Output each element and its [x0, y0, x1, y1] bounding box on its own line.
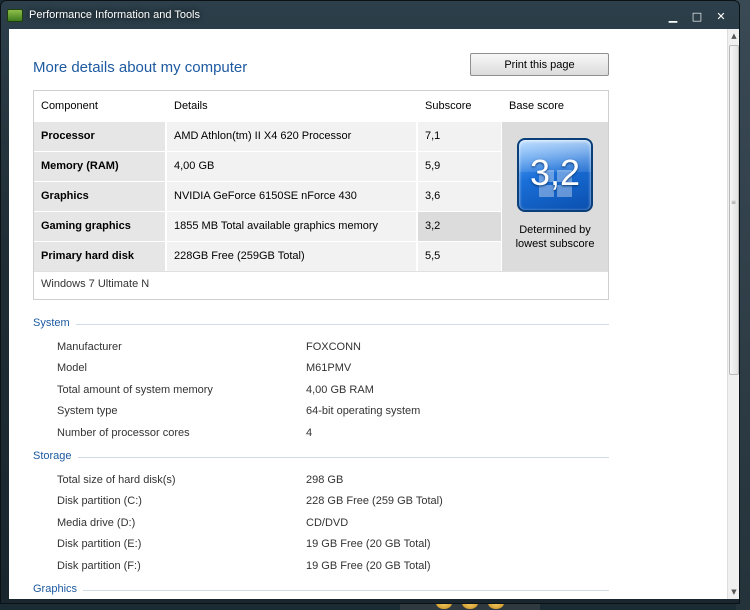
- component-details: AMD Athlon(tm) II X4 620 Processor: [167, 122, 416, 151]
- property-name: System type: [57, 405, 118, 417]
- scroll-down-arrow-icon[interactable]: ▼: [728, 585, 740, 599]
- content-area: More details about my computer Print thi…: [9, 29, 727, 599]
- divider: [34, 271, 608, 272]
- component-details: NVIDIA GeForce 6150SE nForce 430: [167, 182, 416, 211]
- component-details: 1855 MB Total available graphics memory: [167, 212, 416, 241]
- performance-window: Performance Information and Tools ▁ □ ✕ …: [0, 0, 740, 604]
- windows-edition: Windows 7 Ultimate N: [41, 278, 150, 290]
- component-subscore: 3,6: [418, 182, 501, 211]
- header-base-score: Base score: [509, 100, 565, 112]
- property-name: Disk partition (F:): [57, 560, 141, 572]
- header-details: Details: [174, 100, 208, 112]
- maximize-button[interactable]: □: [685, 7, 709, 25]
- property-name: Media drive (D:): [57, 517, 136, 529]
- property-value: 19 GB Free (20 GB Total): [306, 560, 431, 572]
- component-name: Graphics: [34, 182, 165, 211]
- property-value: CD/DVD: [306, 517, 349, 529]
- table-row: Primary hard disk 228GB Free (259GB Tota…: [34, 241, 501, 271]
- scrollbar-thumb[interactable]: [729, 45, 739, 375]
- page-title: More details about my computer: [33, 59, 248, 76]
- property-value: M61PMV: [306, 362, 352, 374]
- component-details: 228GB Free (259GB Total): [167, 242, 416, 271]
- table-row: Graphics NVIDIA GeForce 6150SE nForce 43…: [34, 181, 501, 211]
- property-name: Number of processor cores: [57, 427, 190, 439]
- performance-app-icon: [7, 8, 23, 22]
- base-score-caption: Determined by lowest subscore: [502, 223, 608, 251]
- property-value: 298 GB: [306, 474, 344, 486]
- table-row: Memory (RAM) 4,00 GB 5,9: [34, 151, 501, 181]
- vertical-scrollbar[interactable]: ▲ ≡ ▼: [727, 29, 739, 599]
- property-value: 4: [306, 427, 313, 439]
- component-name: Memory (RAM): [34, 152, 165, 181]
- window-title: Performance Information and Tools: [29, 9, 200, 21]
- print-page-button[interactable]: Print this page: [470, 53, 609, 76]
- storage-section-header: Storage: [33, 450, 609, 464]
- component-details: 4,00 GB: [167, 152, 416, 181]
- section-title-graphics: Graphics: [33, 583, 84, 595]
- component-name: Gaming graphics: [34, 212, 165, 241]
- property-name: Disk partition (E:): [57, 538, 142, 550]
- property-name: Total amount of system memory: [57, 384, 213, 396]
- base-score-badge: 3,2: [517, 138, 593, 212]
- component-subscore: 5,5: [418, 242, 501, 271]
- property-name: Total size of hard disk(s): [57, 474, 176, 486]
- base-caption-line-1: Determined by: [519, 224, 591, 236]
- component-subscore: 7,1: [418, 122, 501, 151]
- component-subscore: 5,9: [418, 152, 501, 181]
- property-value: 64-bit operating system: [306, 405, 421, 417]
- component-name: Processor: [34, 122, 165, 151]
- property-name: Manufacturer: [57, 341, 122, 353]
- header-subscore: Subscore: [425, 100, 472, 112]
- base-caption-line-2: lowest subscore: [515, 238, 595, 250]
- component-subscore-lowest: 3,2: [418, 212, 501, 241]
- base-score-value: 3,2: [529, 152, 581, 193]
- score-table: Component Details Subscore Base score Pr…: [33, 90, 609, 300]
- section-title-storage: Storage: [33, 450, 78, 462]
- divider: [33, 590, 609, 591]
- property-value: 4,00 GB RAM: [306, 384, 374, 396]
- property-name: Disk partition (C:): [57, 495, 142, 507]
- property-name: Model: [57, 362, 87, 374]
- minimize-button[interactable]: ▁: [661, 7, 685, 25]
- property-value: FOXCONN: [306, 341, 361, 353]
- title-bar[interactable]: Performance Information and Tools ▁ □ ✕: [1, 1, 739, 29]
- graphics-section-header: Graphics: [33, 583, 609, 597]
- property-value: 228 GB Free (259 GB Total): [306, 495, 443, 507]
- divider: [33, 324, 609, 325]
- table-row: Gaming graphics 1855 MB Total available …: [34, 211, 501, 241]
- table-row: Processor AMD Athlon(tm) II X4 620 Proce…: [34, 121, 501, 151]
- section-title-system: System: [33, 317, 76, 329]
- divider: [33, 457, 609, 458]
- header-component: Component: [41, 100, 98, 112]
- scroll-up-arrow-icon[interactable]: ▲: [728, 29, 740, 43]
- property-value: 19 GB Free (20 GB Total): [306, 538, 431, 550]
- component-name: Primary hard disk: [34, 242, 165, 271]
- base-score-panel: 3,2 Determined by lowest subscore: [502, 122, 608, 271]
- scroll-grip-icon: ≡: [731, 199, 737, 206]
- close-button[interactable]: ✕: [709, 7, 733, 25]
- window-controls: ▁ □ ✕: [661, 7, 733, 25]
- system-section-header: System: [33, 317, 609, 331]
